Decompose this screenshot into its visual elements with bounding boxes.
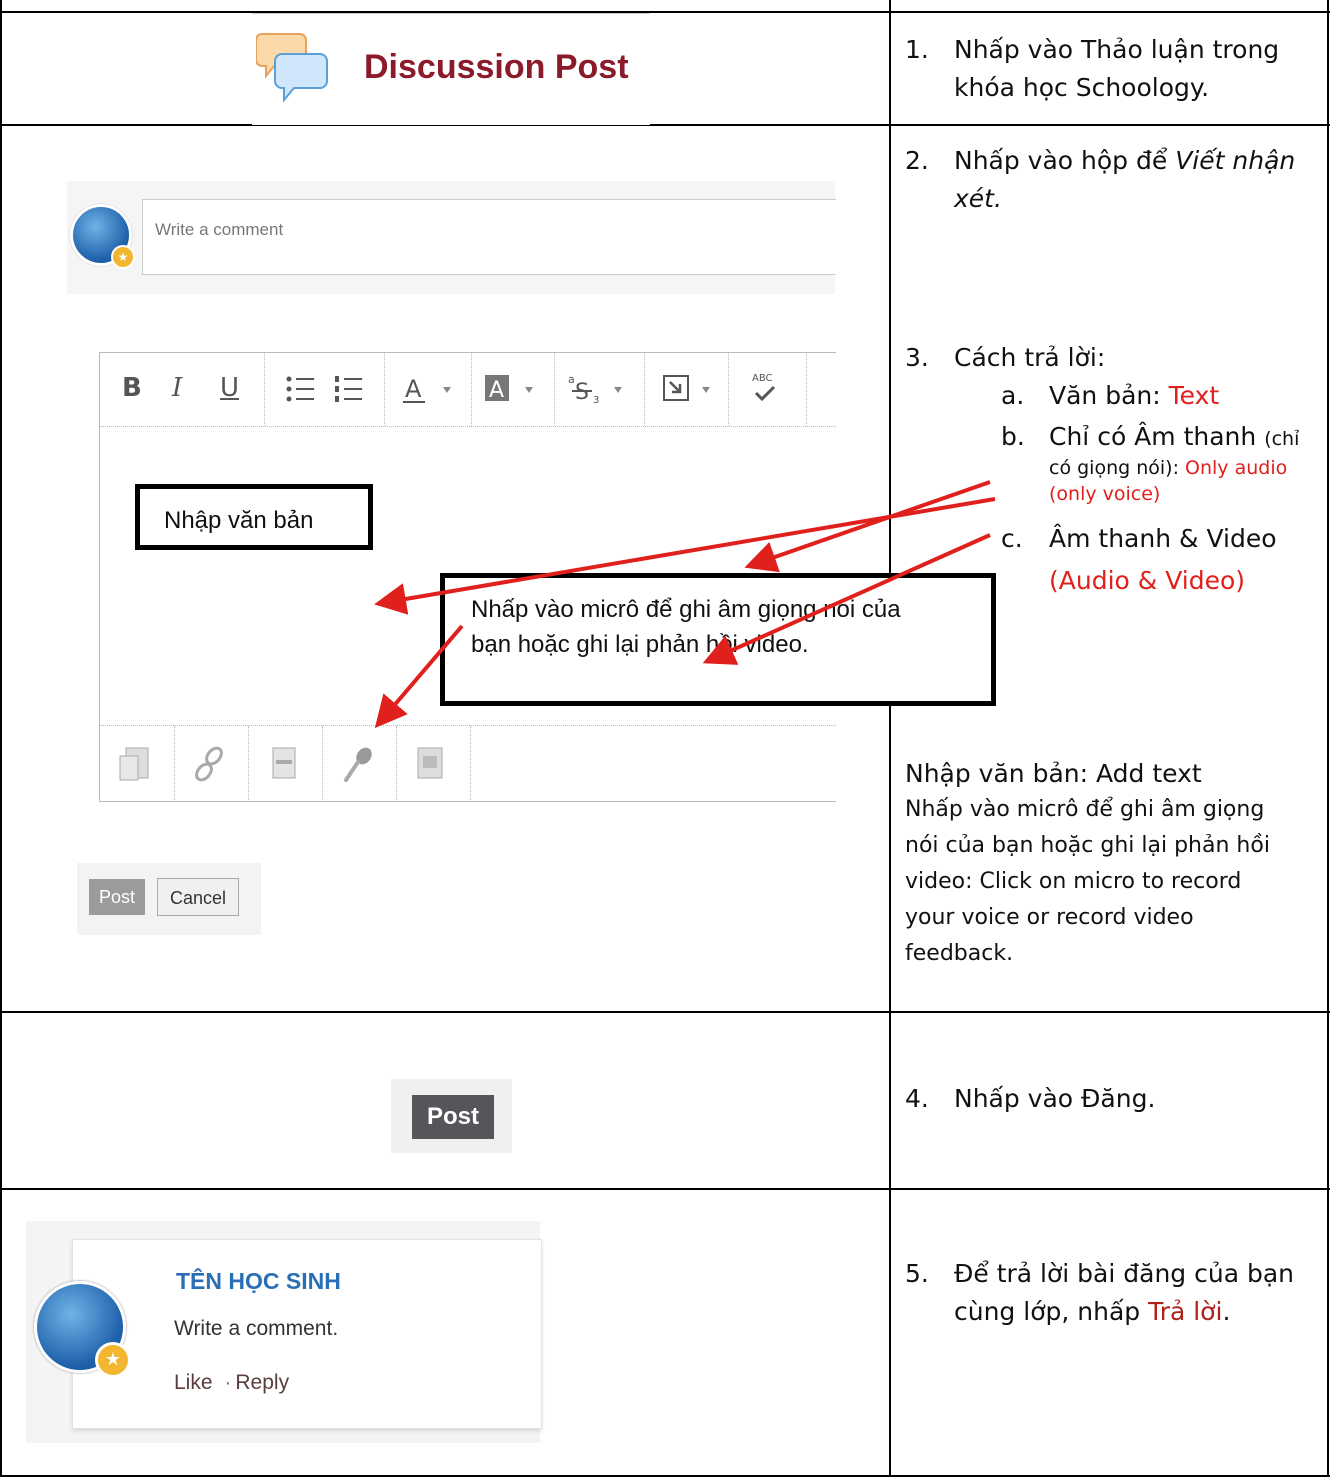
arrow-video-to-callout: [702, 533, 991, 665]
step-5-reply-red: Trả lời: [1148, 1297, 1223, 1326]
step-3c-text: Âm thanh & Video: [1049, 524, 1277, 553]
student-post-area: ★ TÊN HỌC SINH Write a comment. Like · Re…: [26, 1221, 542, 1443]
step-3-number: 3.: [905, 343, 929, 372]
link-separator: ·: [224, 1371, 232, 1394]
step-3-title: Cách trả lời:: [954, 343, 1106, 372]
step-3c-red: (Audio & Video): [1049, 566, 1245, 595]
step-5-period: .: [1222, 1297, 1231, 1326]
step-3a-text: Văn bản:: [1049, 381, 1169, 410]
note-line2: Nhấp vào micrô để ghi âm giọng: [905, 797, 1265, 822]
note-line3: nói của bạn hoặc ghi lại phản hồi: [905, 833, 1270, 858]
note-line1: Nhập văn bản: Add text: [905, 759, 1202, 788]
step-3b-small2: có giọng nói):: [1049, 457, 1186, 479]
step-2-italic: Viết nhận: [1175, 146, 1296, 175]
step-3c-label: c.: [1001, 524, 1023, 553]
step-3a-red: Text: [1168, 381, 1220, 410]
step-3a-label: a.: [1001, 381, 1025, 410]
arrow-text-to-editor: [374, 497, 996, 615]
like-link[interactable]: Like: [174, 1371, 213, 1394]
note-line5: your voice or record video: [905, 905, 1194, 930]
arrow-callout-to-microphone: [374, 624, 464, 729]
note-line6: feedback.: [905, 941, 1014, 966]
note-line4: video: Click on micro to record: [905, 869, 1242, 894]
step-5-number: 5.: [905, 1259, 929, 1288]
student-name[interactable]: TÊN HỌC SINH: [176, 1268, 341, 1295]
step-2-italic-line2: xét.: [954, 184, 1002, 213]
student-avatar: ★: [34, 1281, 131, 1378]
step-4-text: Nhấp vào Đăng.: [954, 1084, 1156, 1113]
step-3b-red2: (only voice): [1049, 483, 1161, 505]
instruction-note: Nhập văn bản: Add text Nhấp vào micrô để…: [905, 756, 1325, 972]
step-3b-label: b.: [1001, 422, 1025, 451]
reply-link[interactable]: Reply: [235, 1371, 289, 1394]
step-4-number: 4.: [905, 1084, 929, 1113]
step-5-text-line1: Để trả lời bài đăng của bạn: [954, 1259, 1295, 1288]
step-3b-text: Chỉ có Âm thanh: [1049, 422, 1265, 451]
step-3b-red1: Only audio: [1185, 457, 1288, 479]
student-comment-text: Write a comment.: [174, 1317, 339, 1340]
post-button-area: Post: [391, 1079, 512, 1153]
step-2-number: 2.: [905, 146, 929, 175]
step-3b-small: (chỉ: [1264, 428, 1300, 450]
student-avatar-star-badge: ★: [95, 1342, 131, 1378]
post-button[interactable]: Post: [412, 1095, 494, 1139]
step-2-text: Nhấp vào hộp để: [954, 146, 1176, 175]
step-5-text-line2: cùng lớp, nhấp: [954, 1297, 1149, 1326]
